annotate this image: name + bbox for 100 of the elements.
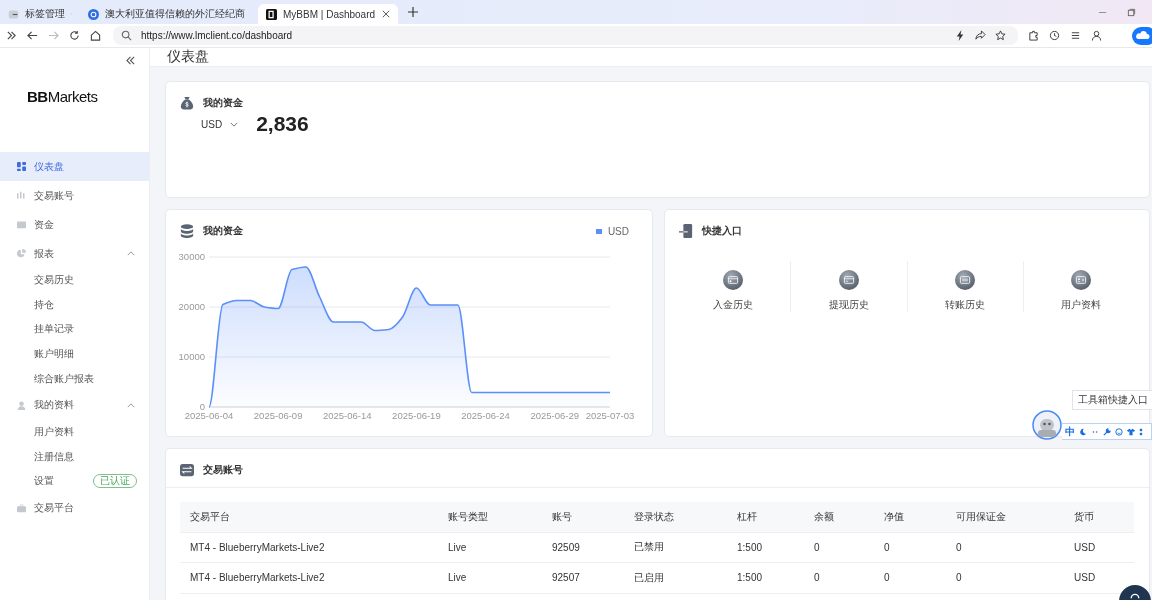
card-title: 我的资金 (203, 96, 243, 110)
smiley-icon[interactable] (1115, 427, 1123, 436)
y-axis-label: 30000 (178, 251, 205, 262)
table-cell-text: MT4 - BlueberryMarkets-Live2 (190, 541, 326, 553)
chevron-icon[interactable] (127, 251, 135, 256)
card-title: 我的资金 (203, 224, 243, 238)
moon-icon[interactable] (1079, 427, 1087, 436)
address-field[interactable]: https://www.lmclient.co/dashboard (113, 26, 1018, 45)
bars-icon (17, 191, 26, 200)
x-axis-label: 2025-06-09 (253, 410, 303, 421)
sidebar-subitem[interactable]: 账户明细 (0, 341, 149, 367)
column-header: 账号 (552, 509, 573, 524)
currency-select[interactable]: USD (201, 118, 239, 130)
column-header: 余额 (814, 509, 835, 524)
restore-icon[interactable] (1127, 7, 1136, 17)
site-logo-icon (266, 8, 277, 20)
pie-chart-icon (17, 249, 26, 258)
chevron-icon (230, 121, 239, 127)
cloud-icon[interactable] (1132, 26, 1152, 45)
sidebar-item[interactable]: 资金 (0, 210, 149, 239)
star-icon[interactable] (995, 30, 1006, 41)
id-card-icon (1070, 270, 1093, 290)
sidebar-subitem[interactable]: 持仓 (0, 292, 149, 318)
browser-tab[interactable]: 标签管理 (6, 4, 80, 24)
card-title: 快捷入口 (702, 224, 742, 238)
table-cell-text: USD (1074, 572, 1097, 584)
x-axis-label: 2025-06-19 (392, 410, 441, 421)
sidebar-toggle-icon[interactable] (6, 30, 17, 41)
sidebar-subitem[interactable]: 设置 已认证 (0, 469, 149, 494)
quick-link[interactable]: 提现历史 (828, 261, 869, 312)
x-axis-label: 2025-06-14 (322, 410, 372, 421)
column-header: 交易平台 (190, 509, 231, 524)
y-axis-label: 20000 (178, 301, 205, 312)
table-cell-text: Live (448, 572, 468, 584)
table-cell-text: 1:500 (737, 572, 764, 584)
sidebar-item[interactable]: 交易平台 (0, 493, 149, 523)
dashboard-icon (17, 162, 26, 171)
card-title: 交易账号 (203, 463, 243, 477)
lightning-icon[interactable] (955, 30, 966, 41)
reload-icon[interactable] (69, 30, 80, 41)
table-cell-text: 0 (956, 541, 963, 553)
user-icon (17, 400, 26, 410)
sidebar-subitem[interactable]: 交易历史 (0, 268, 149, 293)
column-header: 净值 (884, 509, 905, 524)
quick-link[interactable]: 转账历史 (945, 261, 986, 312)
profile-icon[interactable] (1091, 30, 1102, 41)
page-title: 仪表盘 (167, 48, 209, 66)
column-header: 账号类型 (448, 509, 489, 524)
x-axis-label: 2025-06-29 (530, 410, 579, 421)
collapse-icon[interactable] (126, 56, 135, 65)
table-cell-text: Live (448, 541, 468, 553)
wallet-icon (17, 220, 26, 229)
home-icon[interactable] (90, 30, 101, 41)
browser-tab[interactable]: MyBBM | Dashboard (258, 4, 398, 24)
sidebar-item[interactable]: 交易账号 (0, 181, 149, 210)
column-header: 可用保证金 (956, 509, 1007, 524)
database-icon (180, 224, 194, 238)
sidebar-item[interactable]: 报表 (0, 239, 149, 268)
card-icon (721, 270, 744, 290)
y-axis-label: 10000 (178, 351, 205, 362)
sidebar-item[interactable]: 我的资料 (0, 390, 149, 420)
sidebar-subitem[interactable]: 综合账户报表 (0, 366, 149, 391)
back-icon[interactable] (27, 30, 38, 41)
table-cell-text: 0 (814, 541, 821, 553)
chevron-icon[interactable] (127, 402, 135, 408)
wrench-icon[interactable] (1103, 427, 1111, 436)
menu-icon[interactable] (1070, 30, 1081, 41)
card-icon (954, 270, 977, 290)
new-tab-icon[interactable] (408, 7, 418, 17)
x-axis-label: 2025-07-03 (585, 410, 635, 421)
sidebar-subitem[interactable]: 用户资料 (0, 419, 149, 445)
chat-button-icon[interactable] (1118, 585, 1152, 600)
input-mode-toggle[interactable]: 中 (1065, 424, 1075, 439)
table-cell-text: USD (1074, 541, 1097, 553)
column-header: 登录状态 (634, 509, 675, 524)
money-bag-icon (180, 96, 194, 110)
brand-logo: BBMarkets (26, 88, 99, 107)
card-icon (837, 270, 860, 290)
robot-avatar-icon[interactable] (1032, 410, 1062, 440)
quick-link[interactable]: 用户资料 (1061, 261, 1102, 312)
history-icon[interactable] (1049, 30, 1060, 41)
site-logo-icon (88, 8, 99, 20)
browser-tab[interactable]: 澳大利亚值得信赖的外汇经纪商 (80, 4, 258, 24)
close-icon[interactable] (382, 10, 390, 18)
extension-icon[interactable] (1028, 30, 1039, 41)
sidebar-item[interactable]: 仪表盘 (0, 152, 149, 181)
tab-group-icon (8, 8, 19, 20)
table-cell-text: MT4 - BlueberryMarkets-Live2 (190, 572, 326, 584)
sidebar-subitem[interactable]: 挂单记录 (0, 317, 149, 342)
share-icon[interactable] (975, 30, 986, 41)
table-cell-text: 0 (956, 572, 963, 584)
sidebar-subitem[interactable]: 注册信息 (0, 444, 149, 470)
shirt-icon[interactable] (1127, 427, 1135, 436)
quick-link[interactable]: 入金历史 (712, 261, 753, 312)
balance-amount: 2,836 (256, 112, 309, 136)
search-icon (121, 30, 132, 41)
tooltip: 工具箱快捷入口 (1072, 390, 1152, 410)
table-cell-text: 已启用 (634, 570, 665, 585)
exit-door-icon (679, 224, 693, 238)
table-cell-text: 92507 (552, 572, 581, 584)
